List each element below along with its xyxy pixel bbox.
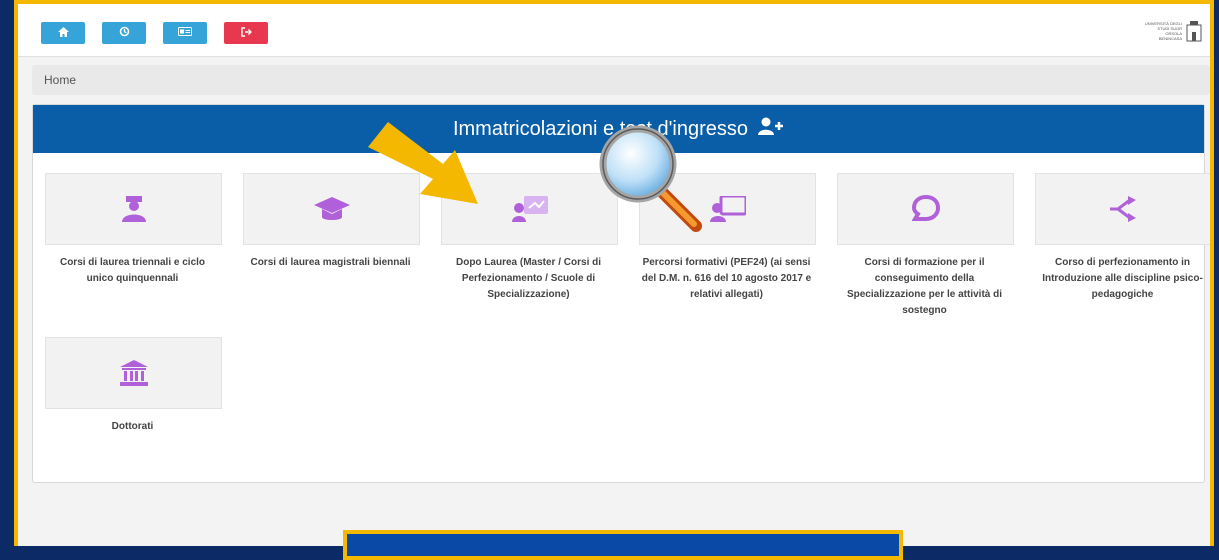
history-button[interactable] <box>102 22 146 44</box>
home-button[interactable] <box>41 22 85 44</box>
tile-icon-box[interactable] <box>837 173 1014 245</box>
tile-icon-box[interactable] <box>45 173 222 245</box>
app-frame: UNIVERSITÀ DEGLI STUDI SUOR ORSOLA BENIN… <box>14 0 1214 546</box>
building-icon <box>1186 21 1202 42</box>
university-logo: UNIVERSITÀ DEGLI STUDI SUOR ORSOLA BENIN… <box>1144 18 1204 44</box>
logout-icon <box>240 26 252 40</box>
presenter-icon <box>709 196 746 222</box>
breadcrumb-home[interactable]: Home <box>44 73 76 87</box>
tile-label[interactable]: Corso di perfezionamento in Introduzione… <box>1035 255 1210 303</box>
tile-label[interactable]: Percorsi formativi (PEF24) (ai sensi del… <box>639 255 814 303</box>
chat-bubble-icon <box>911 195 940 221</box>
tile-label[interactable]: Dottorati <box>45 419 220 435</box>
id-card-icon <box>178 27 192 39</box>
tile-icon-box[interactable] <box>45 337 222 409</box>
tile-perfezionamento[interactable]: Corso di perfezionamento in Introduzione… <box>1035 173 1210 303</box>
user-plus-icon <box>758 117 784 141</box>
tile-label[interactable]: Corsi di laurea magistrali biennali <box>243 255 418 271</box>
tile-label[interactable]: Corsi di formazione per il conseguimento… <box>837 255 1012 319</box>
graduation-cap-icon <box>313 197 350 220</box>
logout-button[interactable] <box>224 22 268 44</box>
logo-text: UNIVERSITÀ DEGLI STUDI SUOR ORSOLA BENIN… <box>1144 21 1182 41</box>
home-icon <box>57 26 69 40</box>
share-arrows-icon <box>1109 196 1136 222</box>
teacher-board-icon <box>511 196 548 222</box>
card-button[interactable] <box>163 22 207 44</box>
tile-sostegno[interactable]: Corsi di formazione per il conseguimento… <box>837 173 1014 319</box>
top-toolbar: UNIVERSITÀ DEGLI STUDI SUOR ORSOLA BENIN… <box>18 4 1210 57</box>
tile-label[interactable]: Dopo Laurea (Master / Corsi di Perfezion… <box>441 255 616 303</box>
tile-icon-box[interactable] <box>1035 173 1210 245</box>
tile-label[interactable]: Corsi di laurea triennali e ciclo unico … <box>45 255 220 287</box>
highlight-arrow-icon <box>368 122 478 204</box>
tile-dottorati[interactable]: Dottorati <box>45 337 222 435</box>
bottom-banner <box>343 530 903 560</box>
tile-triennali[interactable]: Corsi di laurea triennali e ciclo unico … <box>45 173 222 287</box>
magnifier-icon <box>599 125 702 232</box>
graduate-icon <box>121 196 146 222</box>
institution-icon <box>119 360 148 386</box>
history-icon <box>119 26 130 40</box>
breadcrumb: Home <box>32 65 1210 95</box>
